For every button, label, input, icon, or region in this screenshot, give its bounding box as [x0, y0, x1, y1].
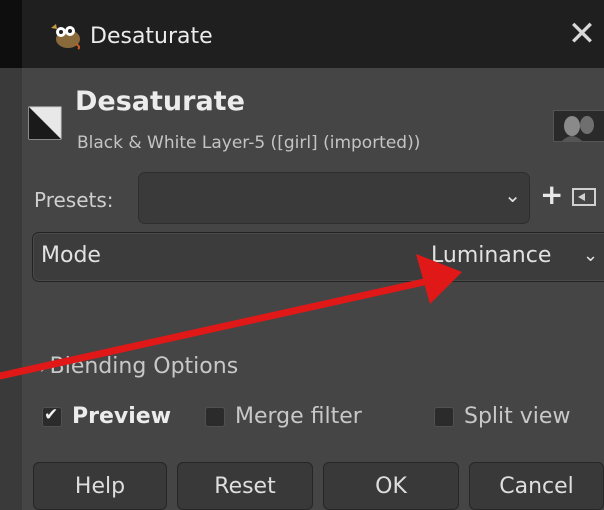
- background-titlebar-edge: [0, 0, 22, 68]
- desaturate-filter-icon: [28, 106, 62, 140]
- split-view-label: Split view: [464, 404, 571, 429]
- ok-button[interactable]: OK: [323, 462, 459, 510]
- reset-button[interactable]: Reset: [177, 462, 313, 510]
- background-canvas-edge: [0, 0, 22, 510]
- mode-label: Mode: [41, 243, 101, 268]
- presets-combo[interactable]: ⌄: [138, 172, 530, 224]
- chevron-down-icon: ⌄: [504, 183, 521, 207]
- close-button[interactable]: ✕: [560, 14, 604, 54]
- presets-label: Presets:: [34, 188, 114, 212]
- checkbox-icon: [42, 405, 62, 427]
- blending-options-expander[interactable]: › Blending Options: [40, 354, 238, 379]
- split-view-checkbox[interactable]: Split view: [434, 404, 570, 429]
- checkbox-icon: [205, 406, 225, 427]
- gimp-wilber-icon: [51, 24, 81, 50]
- expander-icon: ›: [40, 361, 46, 377]
- filter-header: Desaturate Black & White Layer-5 ([girl]…: [22, 68, 604, 168]
- merge-filter-checkbox[interactable]: Merge filter: [205, 404, 362, 429]
- window-title: Desaturate: [90, 24, 213, 49]
- preview-label: Preview: [72, 404, 172, 429]
- mode-value: Luminance: [431, 243, 552, 268]
- title-bar[interactable]: Desaturate ✕: [22, 0, 604, 68]
- desaturate-dialog: Desaturate ✕ Desaturate Black & White La…: [0, 0, 604, 510]
- preview-checkbox[interactable]: Preview: [42, 404, 171, 429]
- layer-info: Black & White Layer-5 ([girl] (imported)…: [77, 133, 421, 153]
- close-icon: ✕: [567, 14, 597, 54]
- blending-options-label: Blending Options: [49, 354, 239, 379]
- checkbox-icon: [434, 406, 454, 427]
- help-button[interactable]: Help: [33, 462, 167, 510]
- add-preset-icon[interactable]: +: [540, 178, 563, 211]
- mode-combo[interactable]: Mode Luminance ⌄: [32, 232, 604, 282]
- filter-name: Desaturate: [75, 86, 245, 117]
- manage-presets-icon[interactable]: [572, 188, 596, 206]
- cancel-button[interactable]: Cancel: [469, 462, 604, 510]
- merge-filter-label: Merge filter: [235, 404, 362, 429]
- layer-thumbnail: [553, 110, 604, 142]
- chevron-down-icon: ⌄: [583, 245, 599, 266]
